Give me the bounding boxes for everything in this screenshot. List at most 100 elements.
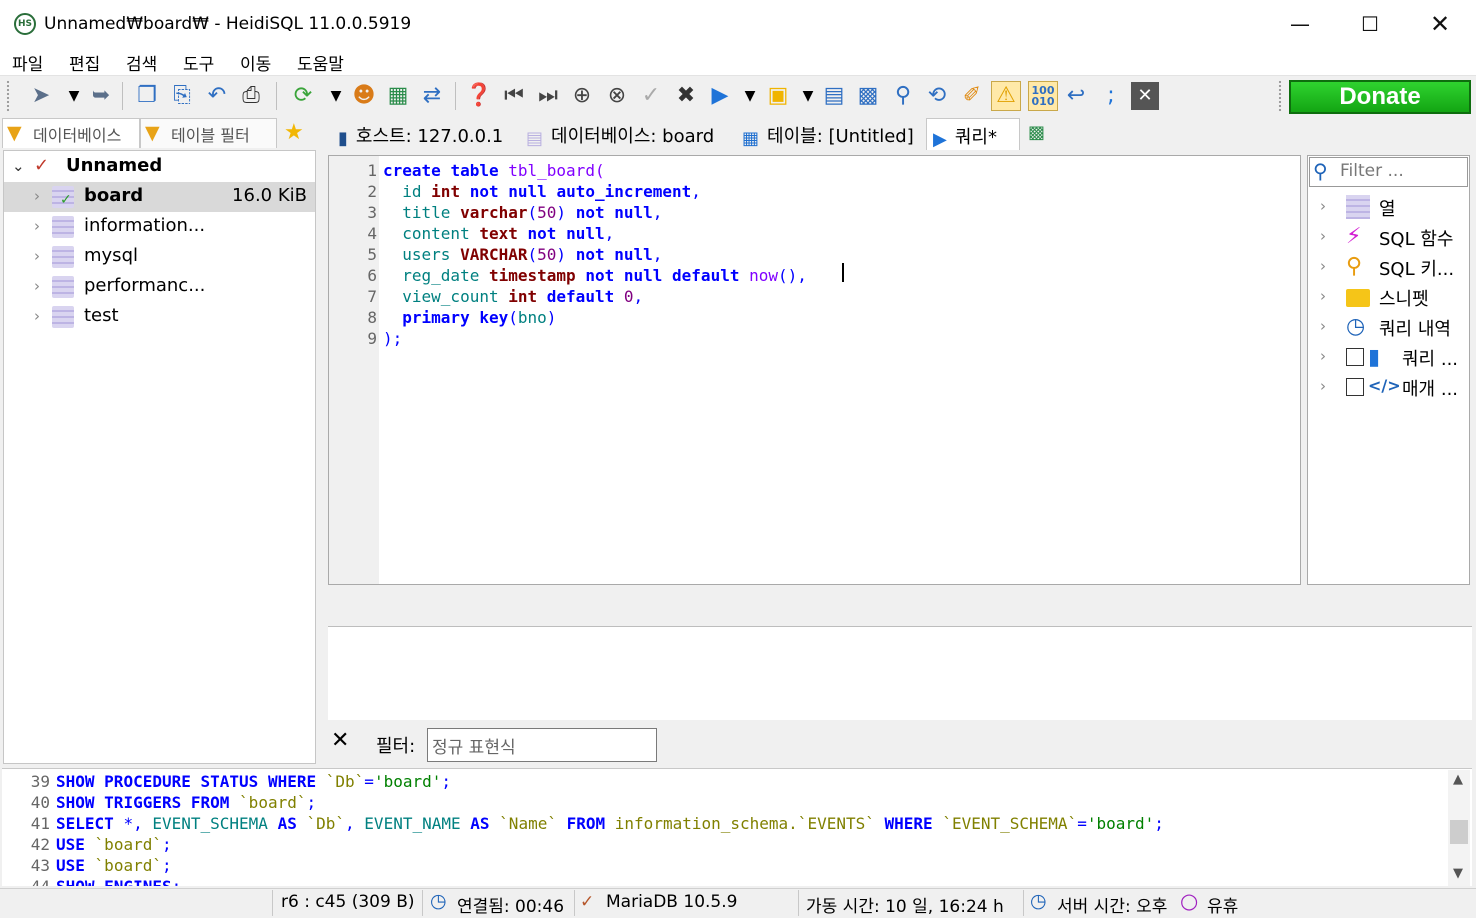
- export-icon[interactable]: ▦: [384, 82, 412, 110]
- filter-icon: ▼: [145, 122, 160, 144]
- status-cursor-position: r6 : c45 (309 B): [281, 892, 415, 912]
- menu-tools[interactable]: 도구: [183, 50, 214, 75]
- result-grid: [328, 627, 1472, 720]
- line-number: 2: [367, 182, 377, 201]
- close-icon[interactable]: ✕: [1406, 0, 1474, 48]
- tree-item-information-schema[interactable]: › information...: [4, 212, 315, 242]
- database-icon: [52, 276, 74, 298]
- chevron-right-icon[interactable]: ›: [34, 187, 40, 205]
- tab-table[interactable]: ▦ 테이블: [Untitled]: [734, 118, 924, 150]
- clean-icon[interactable]: ✐: [958, 82, 986, 110]
- tab-database[interactable]: ▤ 데이터베이스: board: [520, 118, 732, 150]
- chevron-right-icon[interactable]: ›: [34, 247, 40, 265]
- log-line: 40 SHOW TRIGGERS FROM `board`;: [30, 793, 317, 812]
- chevron-right-icon[interactable]: ›: [1320, 287, 1326, 305]
- maximize-icon[interactable]: ☐: [1336, 0, 1404, 48]
- close-filter-icon[interactable]: ✕: [331, 728, 349, 753]
- tab-table-filter[interactable]: ▼ 테이블 필터: [140, 118, 277, 148]
- tree-root[interactable]: ⌄ ✓ Unnamed: [4, 152, 315, 182]
- checkbox[interactable]: [1346, 378, 1364, 396]
- menu-help[interactable]: 도움말: [297, 50, 344, 75]
- new-query-tab-icon[interactable]: ▩: [1028, 118, 1054, 150]
- chevron-down-icon[interactable]: ⌄: [12, 157, 25, 175]
- undo-icon[interactable]: ↶: [203, 82, 231, 110]
- favorites-star-icon[interactable]: ★: [284, 120, 304, 145]
- connect-icon[interactable]: ➤: [27, 82, 55, 110]
- tree-item-board[interactable]: › ✓ board 16.0 KiB: [4, 182, 315, 212]
- donate-button[interactable]: Donate: [1289, 80, 1471, 114]
- app-icon: HS: [14, 13, 36, 35]
- print-icon[interactable]: ⎙: [237, 82, 265, 110]
- helper-label: 쿼리 내역: [1379, 319, 1451, 340]
- menu-file[interactable]: 파일: [12, 50, 43, 75]
- replace-icon[interactable]: ⟲: [923, 82, 951, 110]
- sql-editor[interactable]: 1 2 3 4 5 6 7 8 9 create table tbl_board…: [328, 155, 1301, 585]
- tree-item-test[interactable]: › test: [4, 302, 315, 332]
- tab-query[interactable]: ▶ 쿼리*: [926, 118, 1020, 150]
- find-icon[interactable]: ⚲: [889, 82, 917, 110]
- refresh-icon[interactable]: ⟳: [289, 82, 317, 110]
- dropdown-arrow-icon[interactable]: ▼: [60, 82, 88, 110]
- tree-item-mysql[interactable]: › mysql: [4, 242, 315, 272]
- scroll-down-icon[interactable]: ▼: [1453, 866, 1463, 881]
- wrap-icon[interactable]: ↩: [1062, 82, 1090, 110]
- scroll-up-icon[interactable]: ▲: [1453, 772, 1463, 787]
- helpers-filter-input[interactable]: ⚲ Filter ...: [1309, 157, 1468, 187]
- window-title: Unnamed₩board₩ - HeidiSQL 11.0.0.5919: [44, 14, 412, 34]
- menu-bar: 파일 편집 검색 도구 이동 도움말: [0, 48, 1476, 76]
- minimize-icon[interactable]: —: [1266, 0, 1334, 48]
- apply-icon[interactable]: ✓: [637, 82, 665, 110]
- toolbar-grip[interactable]: [1278, 80, 1282, 112]
- help-icon[interactable]: ❓: [465, 82, 493, 110]
- chevron-right-icon[interactable]: ›: [1320, 197, 1326, 215]
- columns-icon: [1346, 195, 1370, 219]
- idle-circle-icon: ○: [1180, 889, 1199, 913]
- tab-host[interactable]: ▮ 호스트: 127.0.0.1: [328, 118, 518, 150]
- chevron-right-icon[interactable]: ›: [34, 277, 40, 295]
- checkbox[interactable]: [1346, 348, 1364, 366]
- open-folder-icon[interactable]: ▣: [764, 82, 792, 110]
- first-icon[interactable]: ⏮: [500, 82, 528, 110]
- helper-label: 열: [1379, 199, 1396, 220]
- dropdown-arrow-icon[interactable]: ▼: [794, 82, 822, 110]
- chevron-right-icon[interactable]: ›: [1320, 377, 1326, 395]
- save-icon[interactable]: ▤: [820, 82, 848, 110]
- helper-label: SQL 키...: [1379, 259, 1455, 280]
- database-icon: [52, 306, 74, 328]
- chevron-right-icon[interactable]: ›: [1320, 317, 1326, 335]
- clock-icon: ◷: [1346, 314, 1366, 339]
- user-manager-icon[interactable]: ☻: [350, 82, 378, 110]
- log-line: 43 USE `board`;: [30, 856, 172, 875]
- binary-icon[interactable]: 100 010: [1028, 81, 1058, 111]
- explain-icon[interactable]: ▩: [854, 82, 882, 110]
- chevron-right-icon[interactable]: ›: [1320, 257, 1326, 275]
- cancel-icon[interactable]: ⊗: [603, 82, 631, 110]
- dropdown-arrow-icon[interactable]: ▼: [322, 82, 350, 110]
- filter-input[interactable]: 정규 표현식: [427, 728, 657, 762]
- menu-search[interactable]: 검색: [126, 50, 157, 75]
- database-icon: ▤: [526, 128, 544, 149]
- last-icon[interactable]: ⏭: [534, 82, 562, 110]
- delete-icon[interactable]: ✖: [672, 82, 700, 110]
- tab-databases[interactable]: ▼ 데이터베이스: [2, 118, 140, 148]
- semicolon-icon[interactable]: ;: [1097, 82, 1125, 110]
- sql-log[interactable]: 39 SHOW PROCEDURE STATUS WHERE `Db`='boar…: [2, 768, 1472, 886]
- close-tab-icon[interactable]: ✕: [1131, 82, 1159, 110]
- copy-icon[interactable]: ❐: [133, 82, 161, 110]
- sync-icon[interactable]: ⇄: [418, 82, 446, 110]
- chevron-right-icon[interactable]: ›: [34, 307, 40, 325]
- scrollbar-thumb[interactable]: [1450, 820, 1468, 844]
- disconnect-icon[interactable]: ➥: [87, 82, 115, 110]
- chevron-right-icon[interactable]: ›: [1320, 347, 1326, 365]
- chevron-right-icon[interactable]: ›: [1320, 227, 1326, 245]
- add-icon[interactable]: ⊕: [568, 82, 596, 110]
- paste-icon[interactable]: ⎘: [168, 82, 196, 110]
- warning-icon[interactable]: ⚠: [991, 81, 1021, 111]
- menu-goto[interactable]: 이동: [240, 50, 271, 75]
- dropdown-arrow-icon[interactable]: ▼: [736, 82, 764, 110]
- run-icon[interactable]: ▶: [706, 82, 734, 110]
- toolbar-grip[interactable]: [6, 80, 10, 112]
- tree-item-performance-schema[interactable]: › performanc...: [4, 272, 315, 302]
- chevron-right-icon[interactable]: ›: [34, 217, 40, 235]
- menu-edit[interactable]: 편집: [69, 50, 100, 75]
